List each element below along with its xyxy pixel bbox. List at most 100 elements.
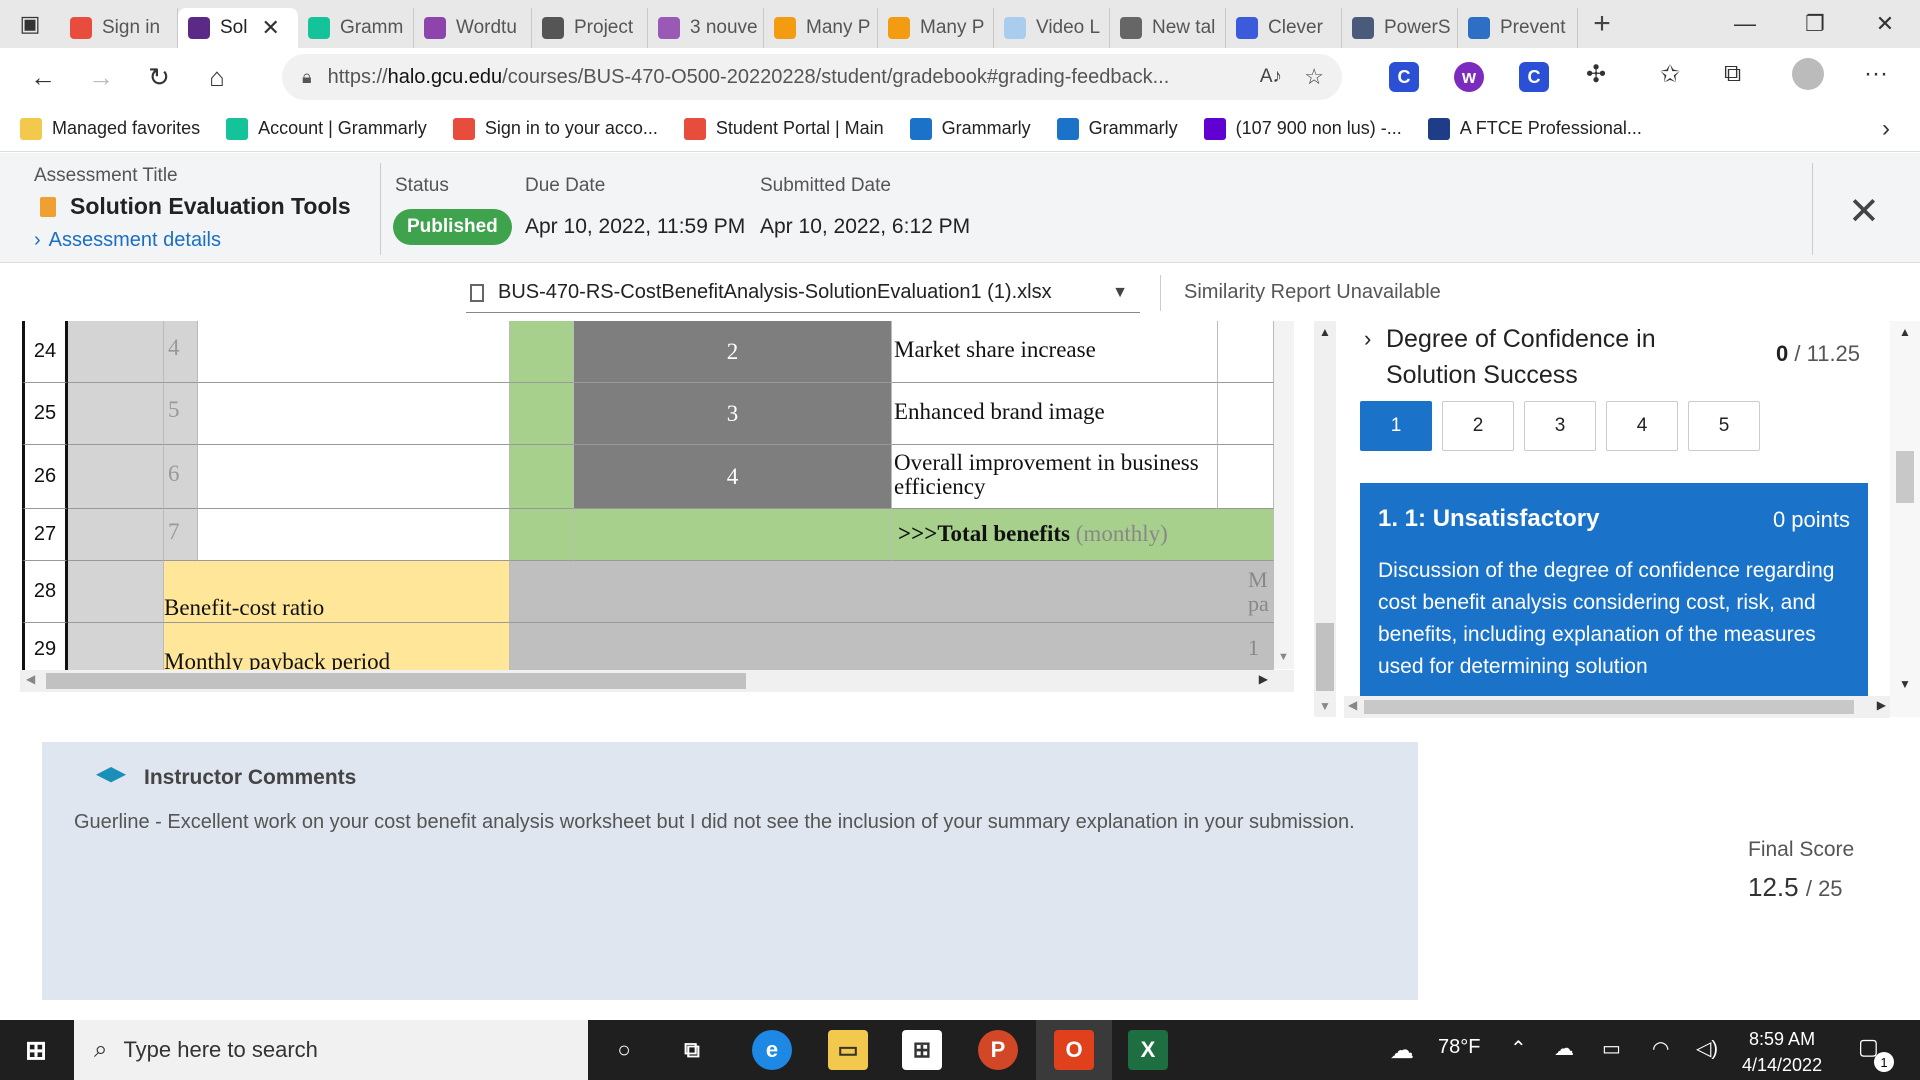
- browser-tab-label: Clever: [1268, 17, 1323, 38]
- clock[interactable]: 8:59 AM 4/14/2022: [1742, 1026, 1822, 1078]
- browser-tab-label: New tal: [1152, 17, 1216, 38]
- extensions-icon[interactable]: ✣: [1586, 60, 1606, 89]
- favorite-label: Account | Grammarly: [258, 118, 427, 138]
- store-icon[interactable]: ⊞: [902, 1030, 942, 1070]
- chevron-right-icon: ›: [1364, 326, 1372, 351]
- browser-tab[interactable]: PowerS: [1342, 8, 1458, 48]
- address-bar-row: ← → ↻ ⌂ 🔒︎ https://halo.gcu.edu/courses/…: [0, 48, 1920, 106]
- rubric-horizontal-scrollbar[interactable]: ◀ ▶: [1344, 696, 1890, 718]
- clever-extension-icon-2[interactable]: C: [1519, 62, 1549, 92]
- clipped-text: 1: [1248, 635, 1259, 660]
- profile-avatar[interactable]: [1792, 58, 1824, 90]
- submitted-date: Apr 10, 2022, 6:12 PM: [760, 215, 971, 238]
- file-select[interactable]: BUS-470-RS-CostBenefitAnalysis-SolutionE…: [466, 273, 1140, 313]
- url-field[interactable]: 🔒︎ https://halo.gcu.edu/courses/BUS-470-…: [282, 54, 1342, 100]
- window-close-icon[interactable]: ✕: [1850, 0, 1920, 48]
- onedrive-icon[interactable]: ☁: [1554, 1036, 1574, 1061]
- favorite-item[interactable]: Student Portal | Main: [683, 117, 884, 140]
- yahoo-icon: [1203, 117, 1226, 140]
- rubric-level-button[interactable]: 1: [1360, 401, 1432, 451]
- folder-icon: [20, 117, 42, 140]
- criterion-heading[interactable]: › Degree of Confidence in Solution Succe…: [1364, 321, 1684, 393]
- final-score: 12.5 / 25: [1748, 872, 1843, 903]
- spreadsheet-preview[interactable]: 24 4 2 Market share increase 25 5 3 Enha…: [20, 321, 1294, 691]
- tab-close-icon[interactable]: ✕: [261, 15, 279, 41]
- browser-tab[interactable]: Sol ✕: [178, 8, 298, 48]
- clever-extension-icon[interactable]: C: [1389, 62, 1419, 92]
- favorite-item[interactable]: Account | Grammarly: [226, 117, 427, 140]
- favorite-item[interactable]: Sign in to your acco...: [452, 117, 658, 140]
- browser-tab[interactable]: Project: [532, 8, 648, 48]
- taskbar-search[interactable]: ⌕ Type here to search: [74, 1020, 588, 1080]
- browser-tab-label: Wordtu: [456, 17, 517, 38]
- rubric-level-button[interactable]: 5: [1688, 401, 1760, 451]
- cell-value: 3: [574, 383, 892, 445]
- rubric-level-button[interactable]: 2: [1442, 401, 1514, 451]
- temperature: 78°F: [1438, 1036, 1481, 1058]
- task-view-icon[interactable]: ⧉: [672, 1030, 712, 1070]
- browser-tab[interactable]: Video L: [994, 8, 1110, 48]
- refresh-icon[interactable]: ↻: [130, 48, 188, 106]
- browser-tab[interactable]: Wordtu: [414, 8, 532, 48]
- favorites-icon[interactable]: ✩: [1660, 60, 1680, 89]
- row-header: 24: [22, 321, 68, 383]
- chevron-up-icon[interactable]: ⌃: [1510, 1036, 1527, 1061]
- browser-tab[interactable]: Prevent: [1458, 8, 1578, 48]
- browser-tab[interactable]: Clever: [1226, 8, 1342, 48]
- newtab-icon: [1120, 17, 1142, 39]
- favorites-overflow-icon[interactable]: ›: [1882, 115, 1890, 143]
- home-icon[interactable]: ⌂: [188, 48, 246, 106]
- excel-icon[interactable]: X: [1128, 1030, 1168, 1070]
- rubric-level-button[interactable]: 4: [1606, 401, 1678, 451]
- browser-tab[interactable]: Sign in: [60, 8, 178, 48]
- windows-start-icon[interactable]: ⊞: [16, 1030, 56, 1070]
- collections-icon[interactable]: ⧉: [1724, 60, 1741, 88]
- level-description: 1. 1: Unsatisfactory 0 points Discussion…: [1360, 483, 1868, 713]
- rubric-level-button[interactable]: 3: [1524, 401, 1596, 451]
- browser-tab[interactable]: Gramm: [298, 8, 414, 48]
- close-icon[interactable]: ✕: [1848, 189, 1880, 234]
- wordtune-extension-icon[interactable]: w: [1454, 62, 1484, 92]
- forward-icon[interactable]: →: [72, 48, 130, 106]
- favorite-item[interactable]: (107 900 non lus) -...: [1203, 117, 1402, 140]
- new-tab-button[interactable]: +: [1578, 7, 1626, 41]
- assessment-title-text: Solution Evaluation Tools: [70, 193, 351, 219]
- back-icon[interactable]: ←: [14, 48, 72, 106]
- browser-tab[interactable]: New tal: [1110, 8, 1226, 48]
- file-explorer-icon[interactable]: ▭: [828, 1030, 868, 1070]
- minimize-icon[interactable]: —: [1710, 0, 1780, 48]
- tab-actions-icon[interactable]: ▣: [0, 0, 60, 48]
- read-aloud-icon[interactable]: A♪: [1260, 66, 1282, 88]
- due-date: Apr 10, 2022, 11:59 PM: [525, 215, 746, 238]
- rubric-vertical-scrollbar[interactable]: ▲ ▼: [1890, 321, 1920, 717]
- url-host: halo.gcu.edu: [387, 65, 503, 88]
- more-menu-icon[interactable]: ···: [1864, 60, 1888, 88]
- cell-value: 4: [574, 445, 892, 509]
- favorite-label: Sign in to your acco...: [484, 118, 658, 138]
- cortana-icon[interactable]: ○: [604, 1030, 644, 1070]
- assessment-details-link[interactable]: › Assessment details: [34, 229, 221, 252]
- favorite-item[interactable]: Managed favorites: [20, 117, 200, 140]
- favorite-item[interactable]: Grammarly: [1056, 117, 1178, 140]
- browser-tab[interactable]: 3 nouve: [648, 8, 764, 48]
- add-favorite-icon[interactable]: ☆: [1304, 64, 1324, 90]
- sheet-vertical-scrollbar[interactable]: ▲ ▼: [1314, 321, 1336, 717]
- office-icon[interactable]: O: [1054, 1030, 1094, 1070]
- total-benefits-suffix: (monthly): [1075, 521, 1168, 546]
- powerpoint-icon[interactable]: P: [978, 1030, 1018, 1070]
- restore-icon[interactable]: ❐: [1780, 0, 1850, 48]
- browser-tab[interactable]: Many P: [764, 8, 878, 48]
- edge-icon[interactable]: e: [752, 1030, 792, 1070]
- volume-icon[interactable]: ◁): [1696, 1036, 1718, 1061]
- favorite-item[interactable]: A FTCE Professional...: [1427, 117, 1642, 140]
- browser-tab-label: Project: [574, 17, 634, 38]
- weather-icon[interactable]: ☁: [1390, 1036, 1414, 1065]
- level-description-points: 0 points: [1772, 507, 1850, 532]
- browser-tab[interactable]: Many P: [878, 8, 994, 48]
- criterion-score: 0 / 11.25: [1776, 341, 1860, 367]
- sheet-horizontal-scrollbar[interactable]: ◀ ▶: [20, 670, 1294, 692]
- wifi-icon[interactable]: ◠: [1652, 1036, 1669, 1061]
- inner-vertical-scrollbar[interactable]: ▼: [1274, 321, 1294, 669]
- favorite-item[interactable]: Grammarly: [909, 117, 1031, 140]
- battery-icon[interactable]: ▭: [1602, 1036, 1621, 1061]
